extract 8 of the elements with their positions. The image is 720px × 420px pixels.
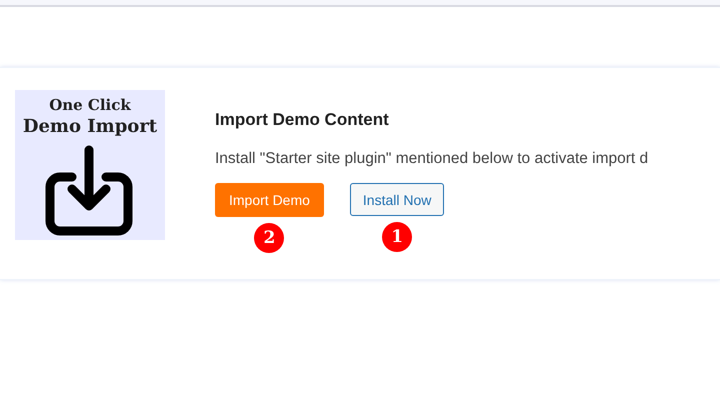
description-text: Install "Starter site plugin" mentioned below to activate import d (215, 150, 648, 168)
logo-text: One Click (49, 96, 131, 115)
card-title: Import Demo Content (215, 110, 389, 130)
install-button[interactable]: Install Now (350, 183, 444, 216)
import-demo-button[interactable]: Import Demo (215, 183, 324, 217)
step-badge: 1 (382, 222, 412, 252)
step-badge: 2 (254, 223, 284, 253)
logo-text: Demo Import (22, 115, 158, 139)
